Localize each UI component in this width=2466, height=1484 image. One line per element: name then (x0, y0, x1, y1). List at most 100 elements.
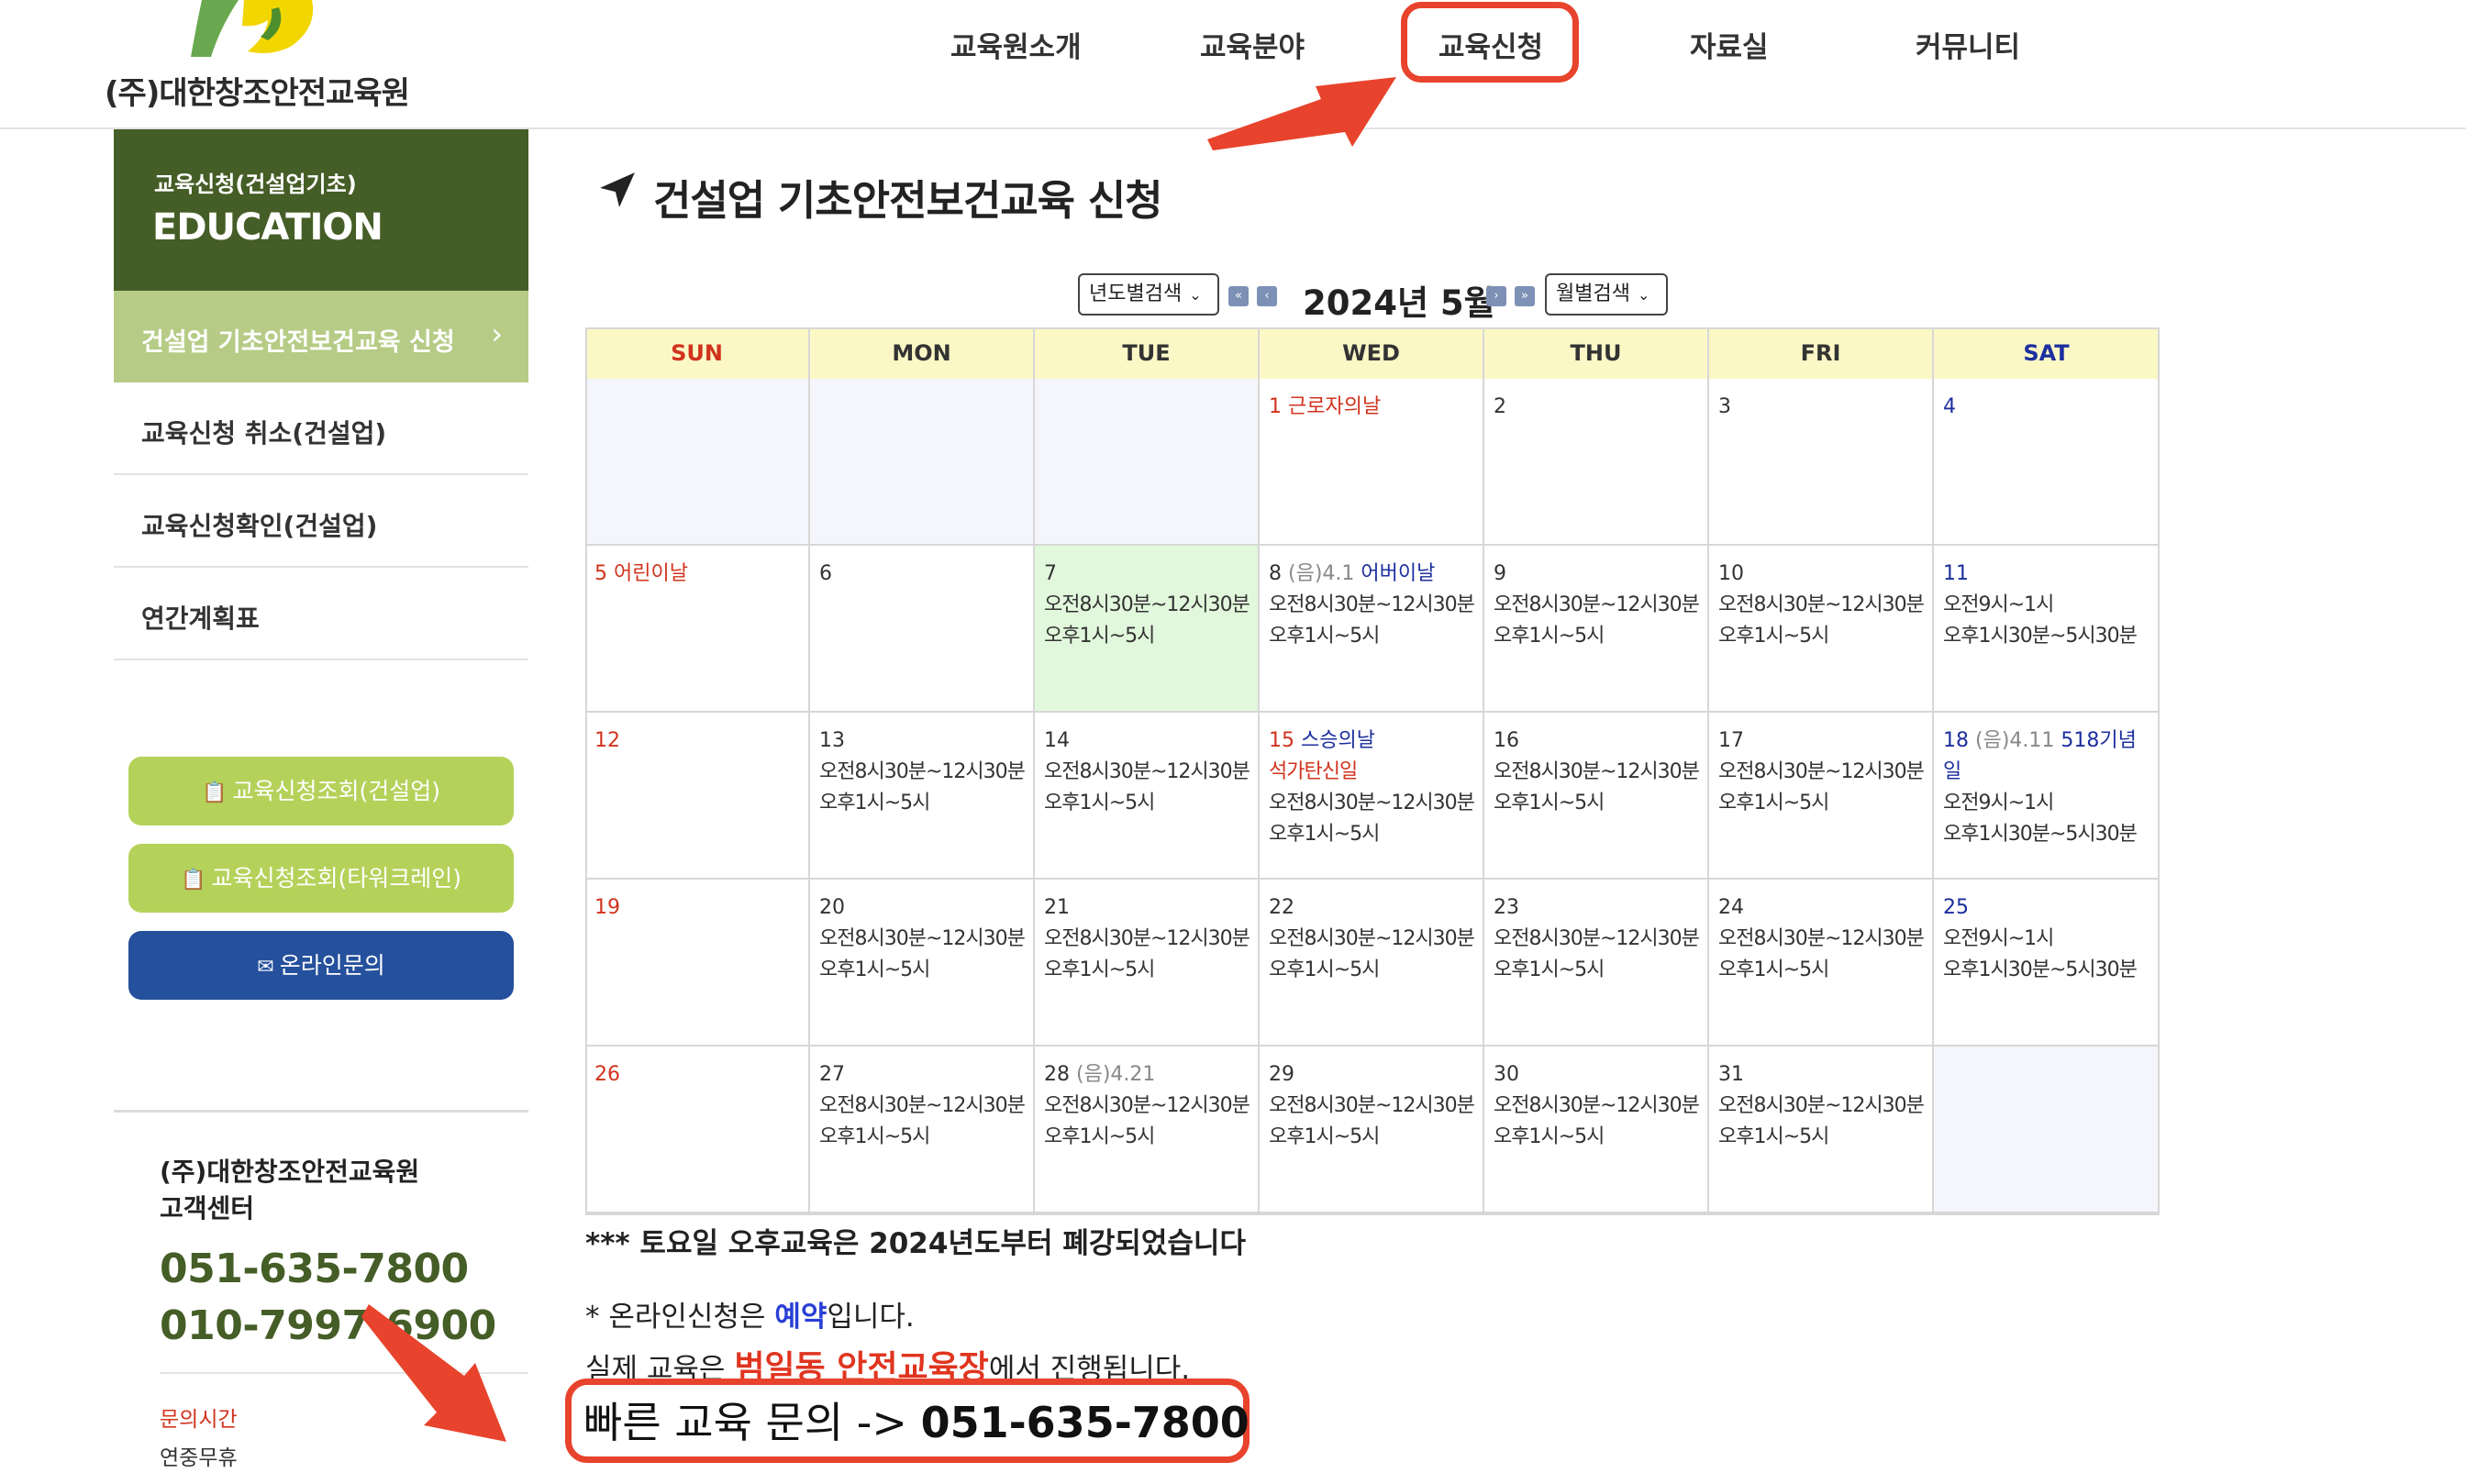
session-pm[interactable]: 오후1시~5시 (819, 1122, 1024, 1153)
calendar-cell-28[interactable]: 28 (음)4.21 오전8시30분~12시30분 오후1시~5시 (1035, 1047, 1260, 1213)
calendar-cell-2[interactable]: 2 (1484, 379, 1709, 546)
session-am[interactable]: 오전8시30분~12시30분 (1044, 757, 1250, 788)
session-am[interactable]: 오전8시30분~12시30분 (1269, 1091, 1475, 1122)
calendar-cell-15[interactable]: 15 스승의날 석가탄신일 오전8시30분~12시30분 오후1시~5시 (1260, 713, 1484, 880)
session-am[interactable]: 오전9시~1시 (1943, 924, 2149, 955)
session-pm[interactable]: 오후1시~5시 (1044, 1122, 1249, 1153)
prev-month-icon[interactable]: ‹ (1257, 286, 1277, 306)
session-am[interactable]: 오전8시30분~12시30분 (819, 1091, 1026, 1122)
calendar-cell-13[interactable]: 13 오전8시30분~12시30분 오후1시~5시 (810, 713, 1035, 880)
session-pm[interactable]: 오후1시~5시 (1044, 955, 1249, 986)
calendar-cell-9[interactable]: 9 오전8시30분~12시30분 오후1시~5시 (1484, 546, 1709, 713)
session-pm[interactable]: 오후1시~5시 (1044, 621, 1249, 652)
calendar-cell-18[interactable]: 18 (음)4.11 518기념일 오전9시~1시 오후1시30분~5시30분 (1934, 713, 2159, 880)
session-am[interactable]: 오전8시30분~12시30분 (1494, 1091, 1700, 1122)
calendar-cell-11[interactable]: 11 오전9시~1시 오후1시30분~5시30분 (1934, 546, 2159, 713)
calendar-cell-8[interactable]: 8 (음)4.1 어버이날 오전8시30분~12시30분 오후1시~5시 (1260, 546, 1484, 713)
calendar-cell-17[interactable]: 17 오전8시30분~12시30분 오후1시~5시 (1709, 713, 1934, 880)
nav-item-fields[interactable]: 교육분야 (1200, 24, 1305, 65)
next-month-icon[interactable]: › (1486, 286, 1506, 306)
session-am[interactable]: 오전8시30분~12시30분 (1044, 924, 1250, 955)
calendar-cell-30[interactable]: 30 오전8시30분~12시30분 오후1시~5시 (1484, 1047, 1709, 1213)
session-am[interactable]: 오전8시30분~12시30분 (819, 757, 1026, 788)
prev-year-icon[interactable]: « (1228, 286, 1249, 306)
session-pm[interactable]: 오후1시~5시 (1044, 788, 1249, 819)
logo-icon[interactable] (183, 0, 321, 57)
quick-inquiry[interactable]: 빠른 교육 문의 -> 051-635-7800 (583, 1390, 1250, 1450)
session-am[interactable]: 오전9시~1시 (1943, 590, 2149, 621)
session-am[interactable]: 오전8시30분~12시30분 (1718, 590, 1925, 621)
calendar-cell-14[interactable]: 14 오전8시30분~12시30분 오후1시~5시 (1035, 713, 1260, 880)
session-pm[interactable]: 오후1시~5시 (1494, 955, 1698, 986)
session-pm[interactable]: 오후1시~5시 (1718, 788, 1923, 819)
calendar-cell-4[interactable]: 4 (1934, 379, 2159, 546)
next-year-icon[interactable]: » (1515, 286, 1535, 306)
calendar-cell-10[interactable]: 10 오전8시30분~12시30분 오후1시~5시 (1709, 546, 1934, 713)
sidebar-item-construction-apply[interactable]: 건설업 기초안전보건교육 신청 › (114, 291, 528, 382)
nav-item-about[interactable]: 교육원소개 (950, 24, 1082, 65)
session-am[interactable]: 오전9시~1시 (1943, 788, 2149, 819)
page-title: 건설업 기초안전보건교육 신청 (653, 176, 1163, 225)
nav-item-community[interactable]: 커뮤니티 (1916, 24, 2020, 65)
session-pm[interactable]: 오후1시~5시 (1269, 621, 1473, 652)
calendar-cell-24[interactable]: 24 오전8시30분~12시30분 오후1시~5시 (1709, 880, 1934, 1047)
calendar-cell-3[interactable]: 3 (1709, 379, 1934, 546)
online-inquiry-button[interactable]: ✉ 온라인문의 (128, 931, 514, 1000)
session-am[interactable]: 오전8시30분~12시30분 (1269, 924, 1475, 955)
calendar-cell-25[interactable]: 25 오전9시~1시 오후1시30분~5시30분 (1934, 880, 2159, 1047)
year-select[interactable]: 년도별검색 ⌄ (1078, 273, 1219, 316)
session-am[interactable]: 오전8시30분~12시30분 (1718, 1091, 1925, 1122)
session-pm[interactable]: 오후1시~5시 (1718, 1122, 1923, 1153)
logo-text[interactable]: (주)대한창조안전교육원 (105, 68, 410, 113)
calendar-cell-23[interactable]: 23 오전8시30분~12시30분 오후1시~5시 (1484, 880, 1709, 1047)
sidebar-item-cancel[interactable]: 교육신청 취소(건설업) (114, 382, 528, 475)
month-select[interactable]: 월별검색 ⌄ (1545, 273, 1668, 316)
calendar-cell-19[interactable]: 19 (585, 880, 810, 1047)
session-am[interactable]: 오전8시30분~12시30분 (1044, 1091, 1250, 1122)
calendar-cell-31[interactable]: 31 오전8시30분~12시30분 오후1시~5시 (1709, 1047, 1934, 1213)
session-pm[interactable]: 오후1시~5시 (1494, 788, 1698, 819)
customer-center-phone-1[interactable]: 051-635-7800 (160, 1246, 469, 1292)
calendar-cell-21[interactable]: 21 오전8시30분~12시30분 오후1시~5시 (1035, 880, 1260, 1047)
calendar-cell-1[interactable]: 1 근로자의날 (1260, 379, 1484, 546)
lookup-construction-button[interactable]: 📋 교육신청조회(건설업) (128, 757, 514, 825)
calendar-cell-16[interactable]: 16 오전8시30분~12시30분 오후1시~5시 (1484, 713, 1709, 880)
sidebar-item-annual-plan[interactable]: 연간계획표 (114, 568, 528, 660)
weekday-fri: FRI (1709, 327, 1934, 379)
session-am[interactable]: 오전8시30분~12시30분 (1494, 757, 1700, 788)
customer-center-phone-2[interactable]: 010-7997-6900 (160, 1302, 496, 1349)
session-am[interactable]: 오전8시30분~12시30분 (1269, 590, 1475, 621)
session-am[interactable]: 오전8시30분~12시30분 (1718, 924, 1925, 955)
session-pm[interactable]: 오후1시~5시 (1494, 621, 1698, 652)
session-am[interactable]: 오전8시30분~12시30분 (819, 924, 1026, 955)
calendar-cell-5[interactable]: 5 어린이날 (585, 546, 810, 713)
session-am[interactable]: 오전8시30분~12시30분 (1494, 924, 1700, 955)
session-pm[interactable]: 오후1시30분~5시30분 (1943, 621, 2149, 652)
session-pm[interactable]: 오후1시~5시 (819, 788, 1024, 819)
nav-highlight-box (1401, 2, 1579, 83)
calendar-cell-20[interactable]: 20 오전8시30분~12시30분 오후1시~5시 (810, 880, 1035, 1047)
calendar-cell-27[interactable]: 27 오전8시30분~12시30분 오후1시~5시 (810, 1047, 1035, 1213)
session-am[interactable]: 오전8시30분~12시30분 (1718, 757, 1925, 788)
calendar-cell-7[interactable]: 7 오전8시30분~12시30분 오후1시~5시 (1035, 546, 1260, 713)
session-pm[interactable]: 오후1시~5시 (1718, 621, 1923, 652)
session-pm[interactable]: 오후1시30분~5시30분 (1943, 955, 2149, 986)
session-pm[interactable]: 오후1시~5시 (1718, 955, 1923, 986)
session-pm[interactable]: 오후1시~5시 (1269, 1122, 1473, 1153)
lookup-tower-crane-button[interactable]: 📋 교육신청조회(타워크레인) (128, 844, 514, 913)
calendar-cell-26[interactable]: 26 (585, 1047, 810, 1213)
sidebar-item-confirm[interactable]: 교육신청확인(건설업) (114, 475, 528, 568)
calendar-cell-12[interactable]: 12 (585, 713, 810, 880)
nav-item-resources[interactable]: 자료실 (1690, 24, 1769, 65)
session-am[interactable]: 오전8시30분~12시30분 (1494, 590, 1700, 621)
session-pm[interactable]: 오후1시~5시 (819, 955, 1024, 986)
session-am[interactable]: 오전8시30분~12시30분 (1044, 590, 1250, 621)
session-pm[interactable]: 오후1시~5시 (1269, 819, 1473, 850)
session-pm[interactable]: 오후1시~5시 (1494, 1122, 1698, 1153)
session-am[interactable]: 오전8시30분~12시30분 (1269, 788, 1475, 819)
calendar-cell-22[interactable]: 22 오전8시30분~12시30분 오후1시~5시 (1260, 880, 1484, 1047)
calendar-cell-6[interactable]: 6 (810, 546, 1035, 713)
calendar-cell-29[interactable]: 29 오전8시30분~12시30분 오후1시~5시 (1260, 1047, 1484, 1213)
session-pm[interactable]: 오후1시30분~5시30분 (1943, 819, 2149, 850)
session-pm[interactable]: 오후1시~5시 (1269, 955, 1473, 986)
